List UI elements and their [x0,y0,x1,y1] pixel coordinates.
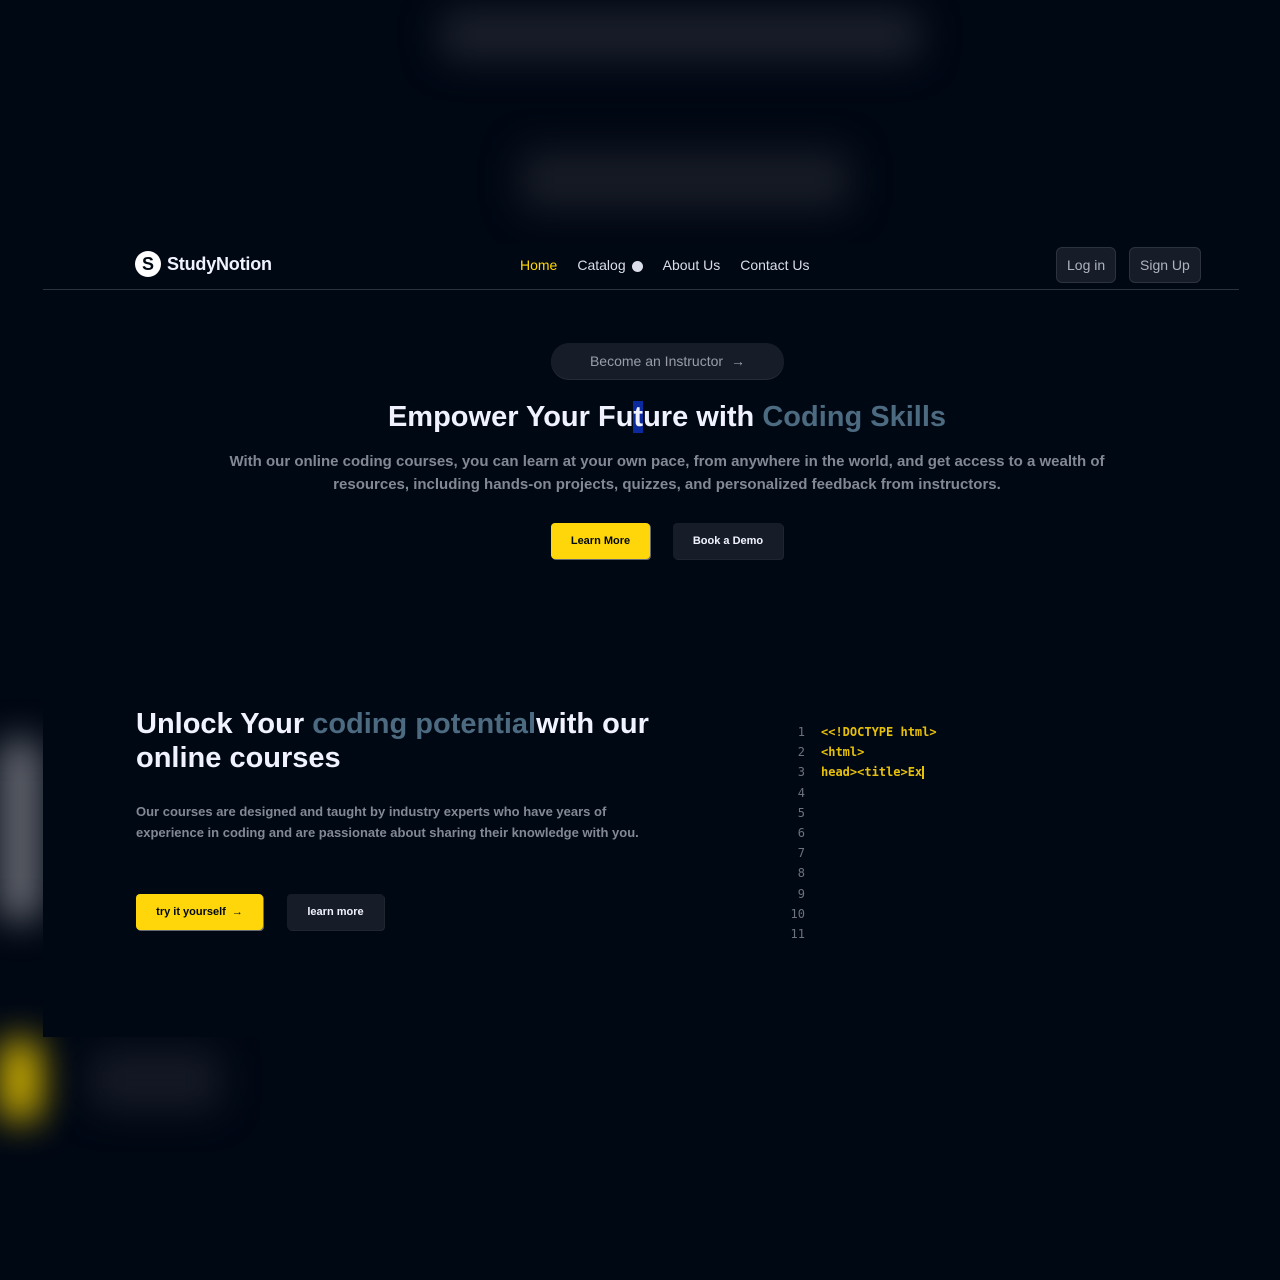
learn-more-button[interactable]: Learn More [551,523,650,559]
line-number: 8 [797,866,805,881]
code-block: 1 2 3 4 5 6 7 8 9 10 11 <<!DOCTYPE html>… [789,722,937,944]
code-line-text: head><title>Ex [821,765,923,780]
blurred-background [520,150,850,210]
section2-title-pre: Unlock Your [136,708,313,740]
line-number: 2 [797,745,805,760]
code-line: <<!DOCTYPE html> [821,725,937,739]
blurred-background [0,1040,40,1120]
line-number: 9 [797,886,805,901]
become-instructor-label: Become an Instructor [589,353,724,369]
hero-title-pre: Empower Your Fu [387,401,634,433]
blurred-background [90,1050,220,1110]
line-number: 4 [797,785,805,800]
hero-title-accent: Coding Skills [762,401,947,433]
line-number: 3 [797,765,805,780]
line-numbers: 1 2 3 4 5 6 7 8 9 10 11 [789,722,805,944]
navbar: S StudyNotion Home Catalog ⌄ About Us Con… [43,243,1239,290]
hero-title-post: ure with [643,401,763,433]
line-number: 11 [790,927,805,942]
arrow-right-icon: → [731,353,746,369]
signup-button[interactable]: Sign Up [1129,247,1201,283]
chevron-down-icon: ⌄ [631,260,643,272]
arrow-right-icon: → [231,906,243,918]
main-window: S StudyNotion Home Catalog ⌄ About Us Con… [43,243,1239,1037]
nav-about[interactable]: About Us [663,257,721,273]
nav-contact[interactable]: Contact Us [740,257,809,273]
book-demo-button[interactable]: Book a Demo [673,523,783,559]
nav-home[interactable]: Home [520,257,557,273]
become-instructor-button[interactable]: Become an Instructor → [551,343,784,379]
hero-subtitle: With our online coding courses, you can … [229,453,1105,493]
logo[interactable]: S StudyNotion [135,251,272,277]
learn-more-secondary-button[interactable]: learn more [287,894,384,930]
brand-name: StudyNotion [167,253,272,274]
login-button[interactable]: Log in [1056,247,1117,283]
line-number: 6 [797,826,805,841]
code-line: <html> [821,745,865,760]
code-line: head><title>Ex [821,762,937,782]
section2-title: Unlock Your coding potentialwith our onl… [136,707,656,775]
line-number: 7 [797,846,805,861]
nav-catalog[interactable]: Catalog ⌄ [577,257,643,273]
hero-title-selection: t [633,401,644,433]
nav-catalog-label: Catalog [577,257,626,273]
code-text: <<!DOCTYPE html> <html> head><title>Ex [821,722,937,944]
section2-title-accent: coding potential [312,708,537,740]
blurred-background [440,10,920,60]
try-it-yourself-button[interactable]: try it yourself → [136,894,263,930]
blurred-background [0,740,40,920]
logo-icon: S [135,251,161,277]
hero-title: Empower Your Future with Coding Skills [43,401,1239,434]
section2-subtitle: Our courses are designed and taught by i… [136,804,639,840]
line-number: 10 [790,906,805,921]
line-number: 1 [797,725,805,739]
line-number: 5 [797,805,805,820]
try-it-yourself-label: try it yourself [156,906,226,918]
text-cursor [922,766,925,780]
nav-links: Home Catalog ⌄ About Us Contact Us [520,257,809,273]
